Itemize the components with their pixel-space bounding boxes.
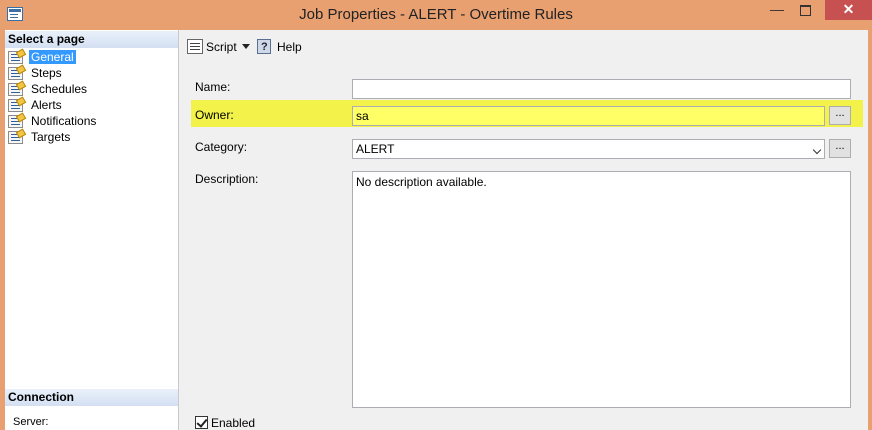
page-selector-pane: Select a page General Steps Schedules Al… [5,30,179,430]
page-item-label: Targets [31,130,71,144]
page-icon [8,99,23,112]
description-textarea[interactable]: No description available. [352,171,851,408]
script-icon [187,39,203,54]
page-icon [8,115,23,128]
name-input[interactable] [352,79,851,99]
close-button[interactable]: ✕ [825,0,872,20]
page-item-label: General [29,50,76,64]
page-item-alerts[interactable]: Alerts [5,98,98,114]
page-icon [8,51,23,64]
owner-input[interactable]: sa [352,106,825,126]
help-icon [257,39,271,55]
page-item-general[interactable]: General [5,50,98,66]
page-item-notifications[interactable]: Notifications [5,114,98,130]
name-label: Name: [195,80,231,94]
page-item-schedules[interactable]: Schedules [5,82,98,98]
owner-label: Owner: [195,108,234,122]
category-select[interactable]: ALERT [352,139,825,159]
category-browse-button[interactable]: ... [829,139,851,158]
select-page-header: Select a page [5,31,178,48]
title-bar: Job Properties - ALERT - Overtime Rules … [0,0,872,30]
category-value: ALERT [356,142,395,156]
category-label: Category: [195,140,248,154]
page-icon [8,131,23,144]
help-button[interactable]: Help [257,39,302,55]
page-item-label: Notifications [31,114,97,128]
content-pane: Script Help Name: Owner: sa ... Category… [179,30,868,430]
page-item-steps[interactable]: Steps [5,66,98,82]
enabled-label: Enabled [211,416,256,430]
enabled-checkbox[interactable] [195,416,208,429]
page-item-label: Schedules [31,82,88,96]
maximize-icon [799,5,811,16]
chevron-down-icon[interactable] [812,145,822,155]
toolbar: Script Help [179,30,868,62]
script-button[interactable]: Script [187,39,237,55]
window-title: Job Properties - ALERT - Overtime Rules [299,6,573,23]
script-label: Script [206,40,237,54]
page-icon [8,67,23,80]
page-list: General Steps Schedules Alerts Notificat… [5,50,98,146]
general-form: Name: Owner: sa ... Category: ALERT ... … [181,64,868,430]
page-item-targets[interactable]: Targets [5,130,98,146]
description-label: Description: [195,172,259,186]
server-label: Server: [13,416,49,428]
minimize-button[interactable]: — [764,0,790,20]
maximize-button[interactable] [792,0,818,20]
owner-browse-button[interactable]: ... [829,106,851,125]
page-icon [8,83,23,96]
page-item-label: Steps [31,66,62,80]
connection-header: Connection [5,389,178,406]
help-label: Help [277,40,302,54]
script-dropdown-arrow-icon[interactable] [242,44,250,49]
page-item-label: Alerts [31,98,62,112]
